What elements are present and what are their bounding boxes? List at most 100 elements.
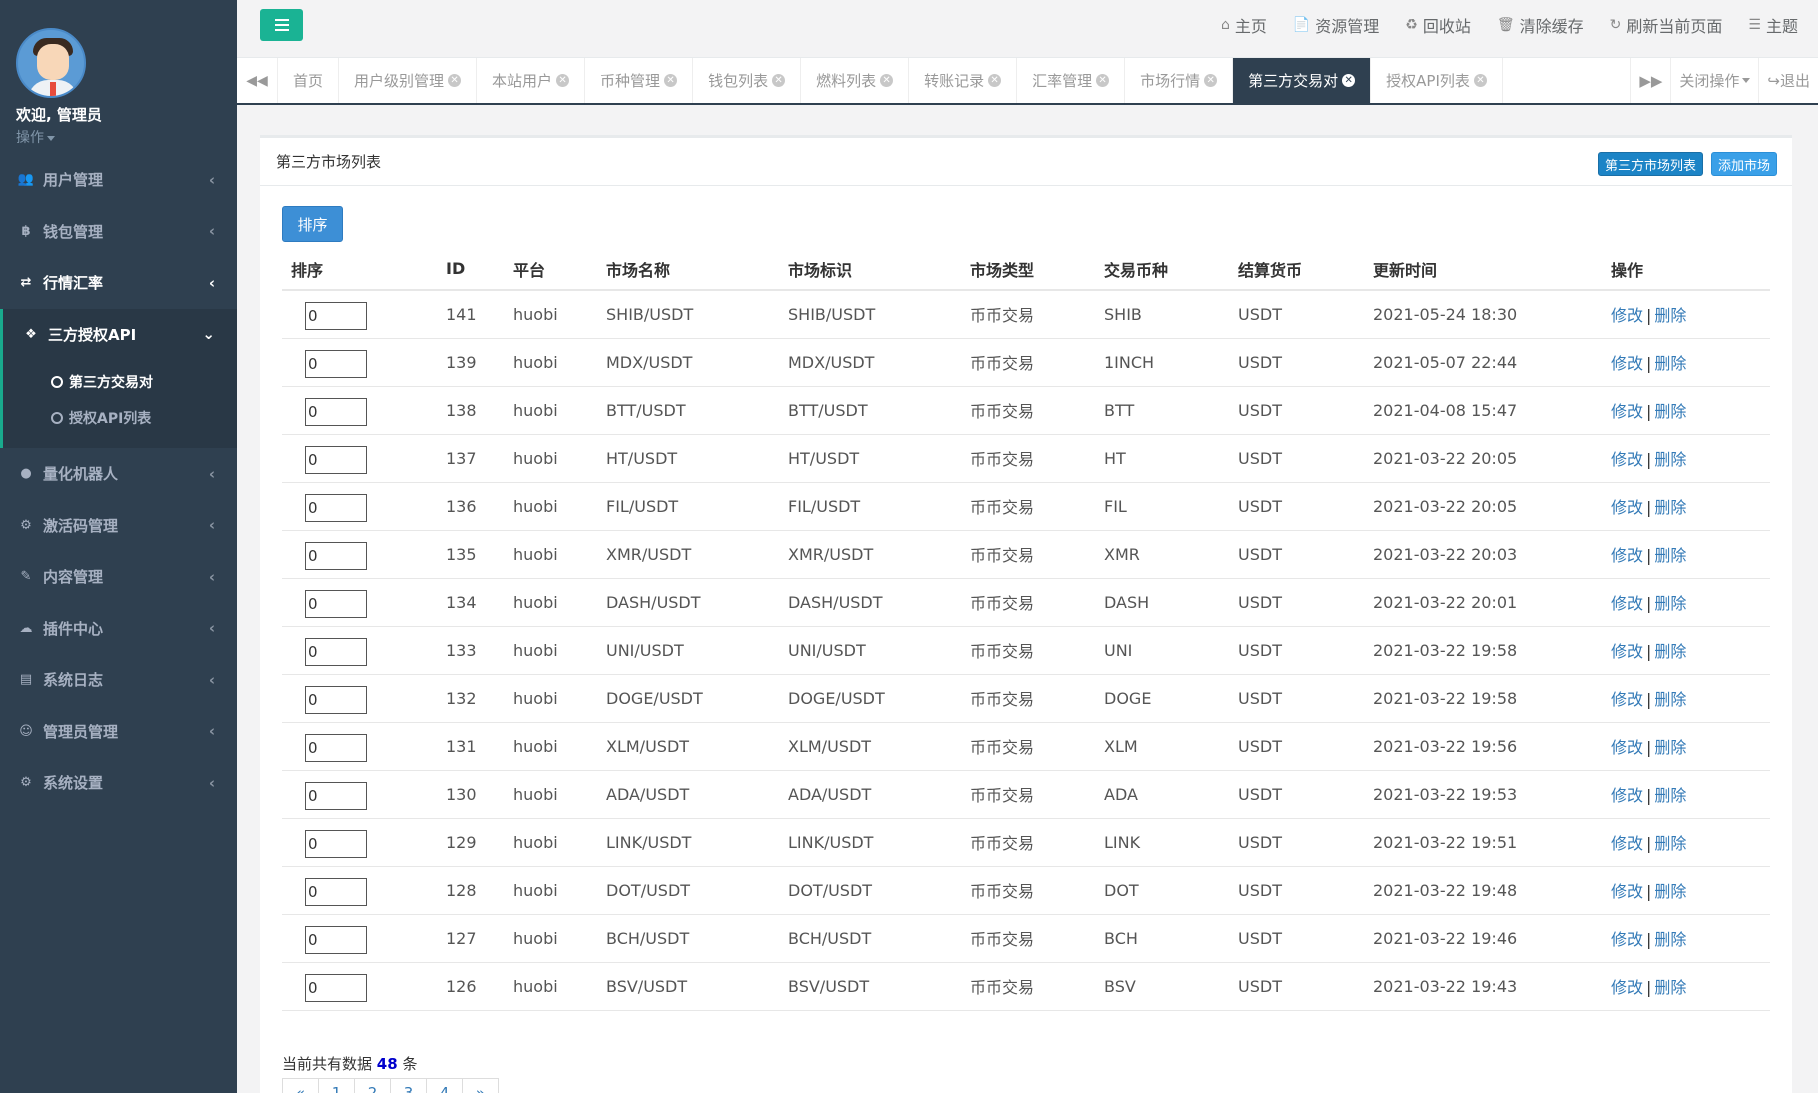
close-icon[interactable]: ✕ (988, 74, 1002, 87)
edit-link[interactable]: 修改 (1611, 594, 1643, 613)
delete-link[interactable]: 删除 (1654, 690, 1686, 709)
close-icon[interactable]: ✕ (448, 74, 462, 87)
sort-input[interactable]: 0 (305, 638, 367, 666)
menu-toggle-button[interactable] (260, 9, 303, 41)
close-icon[interactable]: ✕ (1473, 74, 1487, 87)
close-ops-dropdown[interactable]: 关闭操作 (1670, 58, 1758, 103)
tab-currency-management[interactable]: 币种管理 ✕ (585, 58, 694, 103)
tab-user-levels[interactable]: 用户级别管理 ✕ (339, 58, 478, 103)
delete-link[interactable]: 删除 (1654, 354, 1686, 373)
logout-button[interactable]: ↪ 退出 (1758, 58, 1818, 103)
delete-link[interactable]: 删除 (1654, 834, 1686, 853)
delete-link[interactable]: 删除 (1654, 786, 1686, 805)
market-list-button[interactable]: 第三方市场列表 (1597, 152, 1703, 176)
delete-link[interactable]: 删除 (1654, 402, 1686, 421)
sort-input[interactable]: 0 (305, 542, 367, 570)
sort-input[interactable]: 0 (305, 590, 367, 618)
clear-cache-link[interactable]: 🗑 清除缓存 (1497, 13, 1584, 37)
nav-third-party-api[interactable]: ❖ 三方授权API ⌄ (0, 308, 237, 360)
sort-input[interactable]: 0 (305, 734, 367, 762)
nav-admin-management[interactable]: ☺ 管理员管理 ‹ (0, 706, 237, 758)
sort-input[interactable]: 0 (305, 398, 367, 426)
sort-input[interactable]: 0 (305, 782, 367, 810)
tab-scroll-left-button[interactable]: ◀◀ (237, 58, 278, 103)
delete-link[interactable]: 删除 (1654, 930, 1686, 949)
edit-link[interactable]: 修改 (1611, 786, 1643, 805)
nav-content-management[interactable]: ✎ 内容管理 ‹ (0, 551, 237, 603)
sort-input[interactable]: 0 (305, 926, 367, 954)
profile-ops-dropdown[interactable]: 操作 (16, 127, 237, 147)
nav-system-log[interactable]: ▤ 系统日志 ‹ (0, 654, 237, 706)
sort-input[interactable]: 0 (305, 350, 367, 378)
page-next[interactable]: » (462, 1078, 499, 1093)
tab-third-party-pairs[interactable]: 第三方交易对 ✕ (1233, 58, 1372, 103)
close-icon[interactable]: ✕ (1204, 74, 1218, 87)
add-market-button[interactable]: 添加市场 (1710, 152, 1777, 176)
sort-input[interactable]: 0 (305, 878, 367, 906)
edit-link[interactable]: 修改 (1611, 546, 1643, 565)
delete-link[interactable]: 删除 (1654, 450, 1686, 469)
tab-scroll-right-button[interactable]: ▶▶ (1630, 58, 1670, 103)
tab-exchange-rates[interactable]: 汇率管理 ✕ (1017, 58, 1126, 103)
avatar[interactable] (16, 28, 86, 98)
refresh-page-link[interactable]: ↻ 刷新当前页面 (1610, 13, 1723, 37)
theme-link[interactable]: ☰ 主题 (1748, 13, 1798, 37)
nav-system-settings[interactable]: ⚙ 系统设置 ‹ (0, 757, 237, 809)
page-3[interactable]: 3 (390, 1078, 427, 1093)
sort-input[interactable]: 0 (305, 302, 367, 331)
nav-market-rates[interactable]: ⇄ 行情汇率 ‹ (0, 257, 237, 309)
sort-input[interactable]: 0 (305, 686, 367, 714)
sub-item-third-party-pairs[interactable]: 第三方交易对 (3, 364, 237, 400)
page-2[interactable]: 2 (354, 1078, 391, 1093)
close-icon[interactable]: ✕ (664, 74, 678, 87)
edit-link[interactable]: 修改 (1611, 642, 1643, 661)
tab-api-list[interactable]: 授权API列表 ✕ (1371, 58, 1503, 103)
delete-link[interactable]: 删除 (1654, 882, 1686, 901)
delete-link[interactable]: 删除 (1654, 498, 1686, 517)
page-prev[interactable]: « (282, 1078, 319, 1093)
nav-quant-robot[interactable]: ● 量化机器人 ‹ (0, 448, 237, 500)
edit-link[interactable]: 修改 (1611, 402, 1643, 421)
sort-button[interactable]: 排序 (282, 206, 343, 242)
delete-link[interactable]: 删除 (1654, 642, 1686, 661)
edit-link[interactable]: 修改 (1611, 978, 1643, 997)
tab-transfer-records[interactable]: 转账记录 ✕ (909, 58, 1018, 103)
nav-wallet-management[interactable]: ฿ 钱包管理 ‹ (0, 206, 237, 258)
page-1[interactable]: 1 (318, 1078, 355, 1093)
edit-link[interactable]: 修改 (1611, 306, 1643, 325)
delete-link[interactable]: 删除 (1654, 306, 1686, 325)
page-4[interactable]: 4 (426, 1078, 463, 1093)
delete-link[interactable]: 删除 (1654, 978, 1686, 997)
edit-link[interactable]: 修改 (1611, 354, 1643, 373)
close-icon[interactable]: ✕ (556, 74, 570, 87)
tab-market-quotes[interactable]: 市场行情 ✕ (1125, 58, 1234, 103)
edit-link[interactable]: 修改 (1611, 930, 1643, 949)
edit-link[interactable]: 修改 (1611, 882, 1643, 901)
tab-fuel-list[interactable]: 燃料列表 ✕ (801, 58, 910, 103)
delete-link[interactable]: 删除 (1654, 594, 1686, 613)
sub-item-api-list[interactable]: 授权API列表 (3, 400, 237, 436)
edit-link[interactable]: 修改 (1611, 498, 1643, 517)
edit-link[interactable]: 修改 (1611, 738, 1643, 757)
sort-input[interactable]: 0 (305, 446, 367, 474)
sort-input[interactable]: 0 (305, 830, 367, 858)
resource-management-link[interactable]: 📄 资源管理 (1293, 13, 1379, 37)
edit-link[interactable]: 修改 (1611, 450, 1643, 469)
nav-activation-codes[interactable]: ⚙ 激活码管理 ‹ (0, 500, 237, 552)
tab-wallet-list[interactable]: 钱包列表 ✕ (693, 58, 802, 103)
sort-input[interactable]: 0 (305, 974, 367, 1002)
nav-user-management[interactable]: 👥 用户管理 ‹ (0, 154, 237, 206)
close-icon[interactable]: ✕ (1096, 74, 1110, 87)
edit-link[interactable]: 修改 (1611, 834, 1643, 853)
close-icon[interactable]: ✕ (880, 74, 894, 87)
sort-input[interactable]: 0 (305, 494, 367, 522)
tab-site-users[interactable]: 本站用户 ✕ (477, 58, 586, 103)
edit-link[interactable]: 修改 (1611, 690, 1643, 709)
delete-link[interactable]: 删除 (1654, 546, 1686, 565)
tab-home[interactable]: 首页 (278, 58, 340, 103)
home-link[interactable]: ⌂ 主页 (1221, 13, 1267, 37)
delete-link[interactable]: 删除 (1654, 738, 1686, 757)
close-icon[interactable]: ✕ (1342, 74, 1356, 87)
recycle-bin-link[interactable]: ♻ 回收站 (1405, 13, 1471, 37)
nav-plugin-center[interactable]: ☁ 插件中心 ‹ (0, 603, 237, 655)
